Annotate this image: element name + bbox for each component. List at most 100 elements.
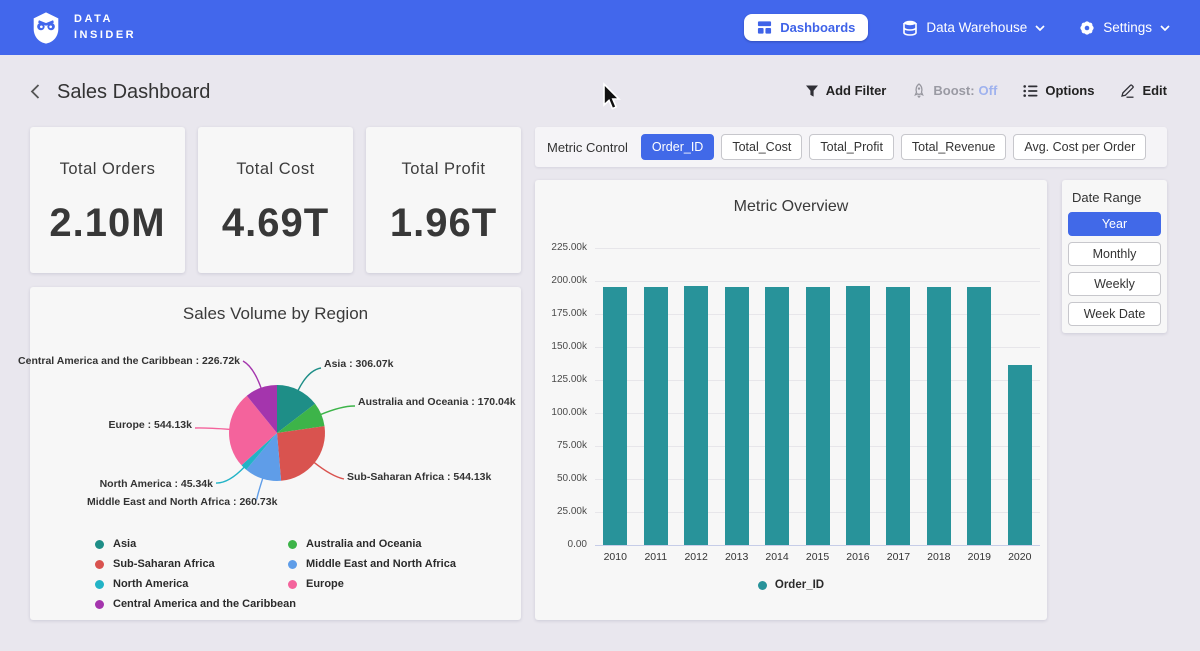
bar-2015[interactable]: [806, 287, 830, 545]
pie-leader-line: [314, 462, 344, 479]
boost-toggle[interactable]: Boost: Off: [912, 83, 997, 98]
pie-label-north-america: North America : 45.34k: [100, 478, 213, 490]
gridline: [595, 281, 1040, 282]
mouse-cursor: [600, 82, 622, 112]
metric-option-avg-cost-per-order[interactable]: Avg. Cost per Order: [1013, 134, 1146, 160]
bar-2016[interactable]: [846, 286, 870, 545]
kpi-value: 4.69T: [198, 201, 353, 246]
metric-option-total-revenue[interactable]: Total_Revenue: [901, 134, 1006, 160]
bar-2019[interactable]: [967, 287, 991, 545]
options-label: Options: [1045, 83, 1094, 98]
dashboards-button[interactable]: Dashboards: [744, 14, 868, 41]
kpi-card-total-orders: Total Orders 2.10M: [30, 127, 185, 273]
legend-dot: [288, 580, 297, 589]
edit-button[interactable]: Edit: [1120, 83, 1167, 98]
legend-label: Asia: [113, 538, 136, 550]
kpi-card-total-cost: Total Cost 4.69T: [198, 127, 353, 273]
gear-icon: [1079, 20, 1095, 36]
date-range-monthly[interactable]: Monthly: [1068, 242, 1161, 266]
bar-2018[interactable]: [927, 287, 951, 545]
data-warehouse-menu[interactable]: Data Warehouse: [902, 20, 1045, 36]
legend-item-north-america[interactable]: North America: [95, 574, 296, 594]
pie-legend-column: Asia Sub-Saharan Africa North America Centr…: [95, 534, 296, 614]
date-range-weekly[interactable]: Weekly: [1068, 272, 1161, 296]
pie-leader-line: [243, 361, 261, 389]
add-filter-label: Add Filter: [826, 83, 887, 98]
back-button[interactable]: [28, 83, 43, 100]
settings-menu[interactable]: Settings: [1079, 20, 1170, 36]
y-tick-label: 50.00k: [539, 473, 587, 484]
metric-option-total-cost[interactable]: Total_Cost: [721, 134, 802, 160]
legend-dot: [95, 560, 104, 569]
pie-chart-card: Sales Volume by Region Asia : 306.07kAus…: [30, 287, 521, 620]
legend-item-middle-east-and-north-africa[interactable]: Middle East and North Africa: [288, 554, 456, 574]
legend-dot: [288, 560, 297, 569]
bar-2014[interactable]: [765, 287, 789, 545]
date-range-week-date[interactable]: Week Date: [1068, 302, 1161, 326]
boost-label: Boost:: [933, 83, 974, 98]
y-tick-label: 150.00k: [539, 341, 587, 352]
bar-2010[interactable]: [603, 287, 627, 545]
legend-item-sub-saharan-africa[interactable]: Sub-Saharan Africa: [95, 554, 296, 574]
legend-label: Australia and Oceania: [306, 538, 422, 550]
x-tick-label: 2015: [797, 551, 838, 563]
pie-label-middle-east-and-north-africa: Middle East and North Africa : 260.73k: [87, 496, 277, 508]
bar-2013[interactable]: [725, 287, 749, 545]
date-range-year[interactable]: Year: [1068, 212, 1161, 236]
pie-leader-line: [320, 406, 355, 415]
metric-control-bar: Metric Control Order_IDTotal_CostTotal_P…: [535, 127, 1167, 167]
date-range-panel: Date Range Year Monthly Weekly Week Date: [1062, 180, 1167, 333]
legend-dot: [95, 540, 104, 549]
metric-option-total-profit[interactable]: Total_Profit: [809, 134, 894, 160]
legend-label: North America: [113, 578, 188, 590]
bar-2017[interactable]: [886, 287, 910, 545]
legend-dot: [95, 580, 104, 589]
x-tick-label: 2011: [636, 551, 677, 563]
legend-label: Central America and the Caribbean: [113, 598, 296, 610]
legend-item-europe[interactable]: Europe: [288, 574, 456, 594]
brand[interactable]: DATA INSIDER: [28, 10, 136, 46]
bar-2020[interactable]: [1008, 365, 1032, 545]
date-range-buttons: Year Monthly Weekly Week Date: [1062, 212, 1167, 326]
pie-slice-sub-saharan-africa[interactable]: [277, 426, 325, 481]
bar-chart-title: Metric Overview: [535, 180, 1047, 216]
legend-item-asia[interactable]: Asia: [95, 534, 296, 554]
bar-2011[interactable]: [644, 287, 668, 545]
x-tick-label: 2013: [716, 551, 757, 563]
filter-icon: [805, 84, 819, 98]
metric-buttons: Order_ID Total_Cost Total_Profit Total_Reve…: [641, 134, 1146, 160]
legend-label: Europe: [306, 578, 344, 590]
pie-label-europe: Europe : 544.13k: [109, 419, 192, 431]
owl-logo-icon: [28, 10, 64, 46]
dashboards-grid-icon: [757, 20, 772, 35]
bar-plot-area: [595, 240, 1040, 545]
options-button[interactable]: Options: [1023, 83, 1094, 98]
kpi-label: Total Profit: [366, 160, 521, 179]
y-tick-label: 200.00k: [539, 275, 587, 286]
pie-leader-line: [216, 467, 245, 483]
pie-label-australia-and-oceania: Australia and Oceania : 170.04k: [358, 396, 516, 408]
x-tick-label: 2014: [757, 551, 798, 563]
x-tick-label: 2012: [676, 551, 717, 563]
y-tick-label: 100.00k: [539, 407, 587, 418]
y-tick-label: 225.00k: [539, 242, 587, 253]
metric-option-order-id[interactable]: Order_ID: [641, 134, 714, 160]
kpi-value: 2.10M: [30, 201, 185, 246]
bar-legend: Order_ID: [535, 579, 1047, 591]
legend-item-central-america-and-the-caribbean[interactable]: Central America and the Caribbean: [95, 594, 296, 614]
y-tick-label: 175.00k: [539, 308, 587, 319]
y-tick-label: 125.00k: [539, 374, 587, 385]
x-tick-label: 2020: [1000, 551, 1041, 563]
x-tick-label: 2010: [595, 551, 636, 563]
y-tick-label: 25.00k: [539, 506, 587, 517]
date-range-label: Date Range: [1072, 190, 1167, 205]
legend-label: Middle East and North Africa: [306, 558, 456, 570]
kpi-label: Total Cost: [198, 160, 353, 179]
add-filter-button[interactable]: Add Filter: [805, 83, 887, 98]
bar-2012[interactable]: [684, 286, 708, 545]
x-tick-label: 2017: [878, 551, 919, 563]
x-tick-label: 2019: [959, 551, 1000, 563]
options-list-icon: [1023, 84, 1038, 98]
dashboards-label: Dashboards: [780, 20, 855, 35]
legend-item-australia-and-oceania[interactable]: Australia and Oceania: [288, 534, 456, 554]
